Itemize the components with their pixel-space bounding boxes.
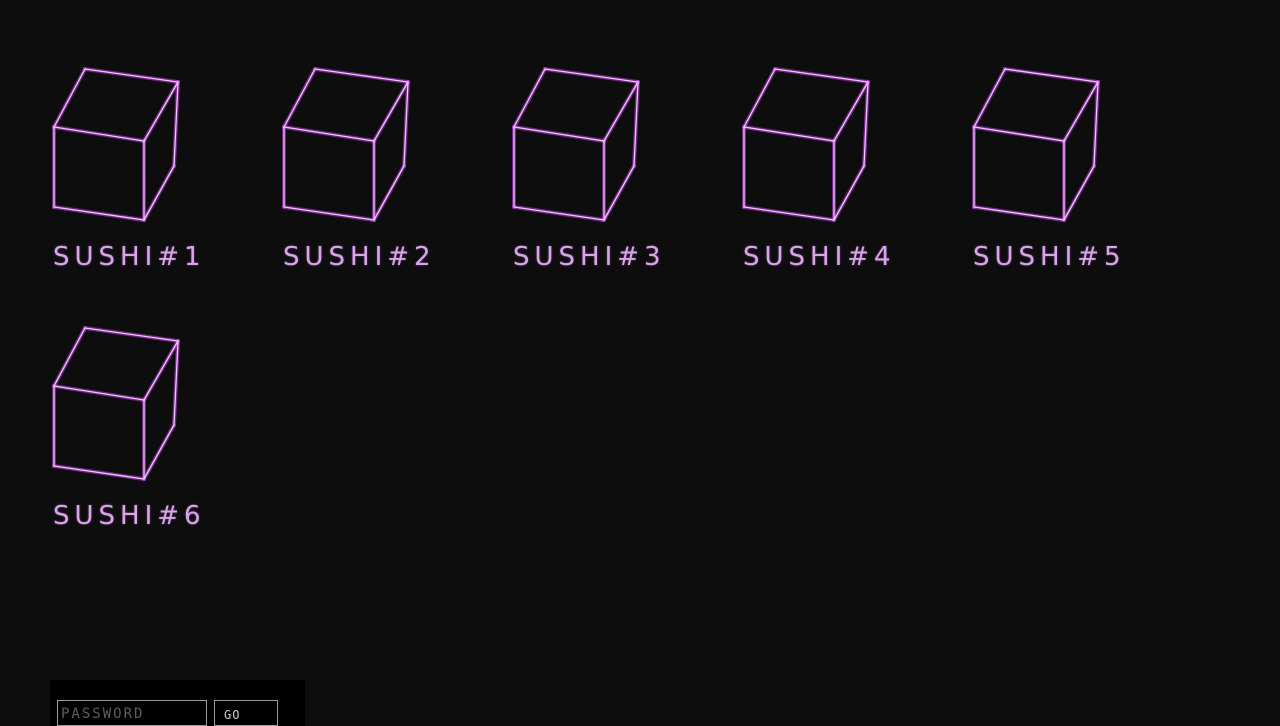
cube-icon [52, 67, 180, 222]
cube-edge [373, 81, 409, 142]
go-button[interactable]: GO [214, 700, 278, 726]
product-tile-sushi-1[interactable]: SUSHI#1 [52, 66, 282, 285]
cube-edge [1063, 165, 1095, 221]
product-label: SUSHI#5 [973, 242, 1126, 272]
cube-edge [53, 126, 145, 142]
cube-edge [143, 165, 175, 221]
cube-icon [742, 67, 870, 222]
cube-edge [53, 68, 86, 128]
product-label: SUSHI#6 [53, 501, 206, 531]
cube-edge [743, 68, 776, 128]
cube-edge [603, 165, 635, 221]
cube-edge [84, 327, 179, 342]
cube-icon [972, 67, 1100, 222]
cube-edge [1063, 81, 1099, 142]
product-tile-sushi-2[interactable]: SUSHI#2 [282, 66, 512, 285]
cube-edge [973, 206, 1065, 221]
cube-edge [53, 385, 145, 401]
cube-edge [973, 68, 1006, 128]
cube-edge [143, 424, 175, 480]
cube-edge [513, 126, 605, 142]
cube-edge [1004, 68, 1099, 83]
cube-edge [84, 68, 179, 83]
password-input[interactable] [57, 700, 207, 726]
product-label: SUSHI#2 [283, 242, 436, 272]
cube-edge [53, 327, 86, 387]
cube-edge [833, 81, 869, 142]
cube-edge [743, 206, 835, 221]
product-label: SUSHI#3 [513, 242, 666, 272]
product-tile-sushi-3[interactable]: SUSHI#3 [512, 66, 742, 285]
cube-icon [282, 67, 410, 222]
cube-edge [973, 126, 1065, 142]
product-tile-sushi-5[interactable]: SUSHI#5 [972, 66, 1202, 285]
product-tile-sushi-6[interactable]: SUSHI#6 [52, 325, 282, 544]
cube-edge [544, 68, 639, 83]
cube-edge [603, 81, 639, 142]
product-label: SUSHI#1 [53, 242, 206, 272]
cube-edge [513, 68, 546, 128]
cube-edge [143, 340, 179, 401]
cube-edge [833, 165, 865, 221]
product-tile-sushi-4[interactable]: SUSHI#4 [742, 66, 972, 285]
cube-edge [774, 68, 869, 83]
product-grid: SUSHI#1 SUSHI#2 SUSHI#3 SUSHI#4 SUSHI#5 … [52, 66, 1252, 544]
cube-edge [283, 126, 375, 142]
product-label: SUSHI#4 [743, 242, 896, 272]
cube-edge [53, 206, 145, 221]
cube-icon [512, 67, 640, 222]
cube-edge [314, 68, 409, 83]
cube-edge [513, 206, 605, 221]
cube-edge [283, 206, 375, 221]
cube-edge [53, 465, 145, 480]
cube-icon [52, 326, 180, 481]
cube-edge [373, 165, 405, 221]
login-form: GO [50, 680, 305, 726]
cube-edge [283, 68, 316, 128]
cube-edge [743, 126, 835, 142]
cube-edge [143, 81, 179, 142]
